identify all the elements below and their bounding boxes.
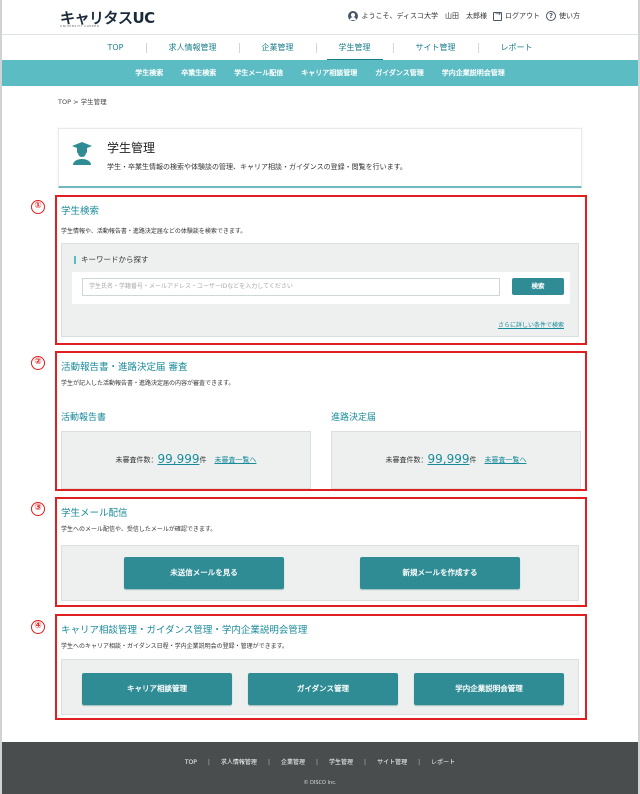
section-title: 学生検索 — [61, 206, 100, 217]
logo-subtext: UNIVERSITY CAREER — [60, 24, 100, 28]
student-search-section: 学生検索 学生情報や、活動報告書・進路決定届などの体験談を検索できます。 キーワ… — [55, 195, 587, 345]
guidance-button[interactable]: ガイダンス管理 — [248, 673, 398, 705]
decision-pending-count[interactable]: 99,999 — [428, 452, 470, 466]
section-description: 学生へのキャリア相談・ガイダンス日程・学内企業説明会の登録・管理ができます。 — [61, 643, 289, 650]
subnav-career-consult[interactable]: キャリア相談管理 — [301, 60, 357, 86]
career-consult-button[interactable]: キャリア相談管理 — [82, 673, 232, 705]
welcome-text: ようこそ、ディスコ大学 山田 太郎様 — [361, 12, 487, 20]
header: キャリタスUC UNIVERSITY CAREER ようこそ、ディスコ大学 山田… — [2, 0, 638, 34]
footer-divider: | — [207, 759, 210, 766]
footer-link-top[interactable]: TOP — [185, 759, 197, 766]
page-title-box: 学生管理 学生・卒業生情報の検索や体験談の管理、キャリア相談・ガイダンスの登録・… — [58, 128, 582, 188]
welcome-item: ようこそ、ディスコ大学 山田 太郎様 — [348, 11, 487, 21]
section-title: 活動報告書・進路決定届 審査 — [61, 362, 188, 373]
logo[interactable]: キャリタスUC UNIVERSITY CAREER — [60, 7, 155, 29]
activity-pending-list-link[interactable]: 未審査一覧へ — [215, 456, 257, 464]
pending-label: 未審査件数： — [385, 456, 428, 464]
section-description: 学生情報や、活動報告書・進路決定届などの体験談を検索できます。 — [61, 228, 247, 235]
section-marker-4: ④ — [31, 620, 45, 634]
decision-report-heading: 進路決定届 — [331, 413, 377, 423]
search-input[interactable]: 学生氏名・学籍番号・メールアドレス・ユーザーIDなどを入力してください — [82, 278, 500, 296]
activity-count-row: 未審査件数：99,999件 未審査一覧へ — [62, 452, 310, 466]
footer-divider: | — [364, 759, 367, 766]
user-area: ようこそ、ディスコ大学 山田 太郎様 ログアウト ? 使い方 — [348, 10, 580, 21]
student-mail-section: 学生メール配信 学生へのメール配信や、受信したメールが確認できます。 未送信メー… — [55, 497, 587, 607]
nav-top[interactable]: TOP — [85, 35, 145, 61]
page-title: 学生管理 — [107, 141, 156, 155]
logout-label: ログアウト — [505, 12, 540, 20]
footer: TOP | 求人情報管理 | 企業管理 | 学生管理 | サイト管理 | レポート © DISCO … — [2, 742, 638, 794]
logout-icon — [493, 10, 502, 21]
section-marker-3: ③ — [31, 502, 45, 516]
new-mail-button[interactable]: 新規メールを作成する — [360, 557, 520, 589]
page-description: 学生・卒業生情報の検索や体験談の管理、キャリア相談・ガイダンスの登録・閲覧を行い… — [107, 163, 407, 171]
footer-divider: | — [315, 759, 319, 766]
section-description: 学生へのメール配信や、受信したメールが確認できます。 — [61, 526, 217, 533]
keyword-label: キーワードから探す — [74, 256, 149, 264]
nav-job-info[interactable]: 求人情報管理 — [147, 35, 239, 61]
nav-student[interactable]: 学生管理 — [317, 35, 393, 61]
subnav-graduate-search[interactable]: 卒業生検索 — [181, 60, 216, 86]
logout-link[interactable]: ログアウト — [493, 10, 540, 21]
search-button[interactable]: 検索 — [512, 278, 564, 295]
nav-company[interactable]: 企業管理 — [240, 35, 316, 61]
decision-count-box: 未審査件数：99,999件 未審査一覧へ — [331, 431, 581, 489]
subnav-student-search[interactable]: 学生検索 — [135, 60, 163, 86]
report-review-section: 活動報告書・進路決定届 審査 学生が記入した活動報告書・進路決定届の内容が審査で… — [55, 351, 587, 491]
mail-panel: 未送信メールを見る 新規メールを作成する — [61, 545, 579, 601]
section-title: 学生メール配信 — [61, 508, 128, 519]
footer-link-site[interactable]: サイト管理 — [377, 759, 407, 766]
section-marker-2: ② — [31, 356, 45, 370]
activity-pending-count[interactable]: 99,999 — [158, 452, 200, 466]
section-title: キャリア相談管理・ガイダンス管理・学内企業説明会管理 — [61, 625, 308, 636]
subnav-guidance[interactable]: ガイダンス管理 — [375, 60, 424, 86]
person-icon — [348, 11, 359, 21]
section-description: 学生が記入した活動報告書・進路決定届の内容が審査できます。 — [61, 380, 235, 387]
briefing-button[interactable]: 学内企業説明会管理 — [414, 673, 564, 705]
decision-count-row: 未審査件数：99,999件 未審査一覧へ — [332, 452, 580, 466]
help-label: 使い方 — [559, 12, 580, 20]
count-unit: 件 — [199, 456, 207, 464]
help-icon: ? — [546, 11, 556, 21]
footer-link-report[interactable]: レポート — [431, 759, 455, 766]
sub-nav: 学生検索 卒業生検索 学生メール配信 キャリア相談管理 ガイダンス管理 学内企業… — [2, 60, 638, 86]
footer-links: TOP | 求人情報管理 | 企業管理 | 学生管理 | サイト管理 | レポート — [2, 757, 638, 766]
decision-pending-list-link[interactable]: 未審査一覧へ — [485, 456, 527, 464]
nav-report[interactable]: レポート — [479, 35, 555, 61]
unsent-mail-button[interactable]: 未送信メールを見る — [124, 557, 284, 589]
pending-label: 未審査件数： — [115, 456, 158, 464]
subnav-briefing[interactable]: 学内企業説明会管理 — [442, 60, 505, 86]
search-panel: キーワードから探す 学生氏名・学籍番号・メールアドレス・ユーザーIDなどを入力し… — [61, 243, 579, 337]
footer-link-company[interactable]: 企業管理 — [281, 759, 305, 766]
footer-link-student[interactable]: 学生管理 — [329, 759, 353, 766]
breadcrumb: TOP > 学生管理 — [58, 98, 107, 106]
section-marker-1: ① — [31, 200, 45, 214]
footer-divider: | — [267, 759, 270, 766]
main-nav: TOP 求人情報管理 企業管理 学生管理 サイト管理 レポート — [2, 34, 638, 61]
nav-site[interactable]: サイト管理 — [394, 35, 478, 61]
footer-divider: | — [418, 759, 421, 766]
count-unit: 件 — [469, 456, 477, 464]
help-link[interactable]: ? 使い方 — [546, 11, 580, 21]
subnav-student-mail[interactable]: 学生メール配信 — [234, 60, 283, 86]
advanced-search-link[interactable]: さらに詳しい条件で検索 — [498, 320, 564, 329]
footer-link-job-info[interactable]: 求人情報管理 — [221, 759, 257, 766]
career-management-section: キャリア相談管理・ガイダンス管理・学内企業説明会管理 学生へのキャリア相談・ガイ… — [55, 614, 587, 720]
student-icon — [72, 142, 92, 165]
activity-count-box: 未審査件数：99,999件 未審査一覧へ — [61, 431, 311, 489]
career-panel: キャリア相談管理 ガイダンス管理 学内企業説明会管理 — [61, 659, 579, 715]
copyright: © DISCO Inc. — [303, 780, 337, 786]
activity-report-heading: 活動報告書 — [61, 413, 107, 423]
